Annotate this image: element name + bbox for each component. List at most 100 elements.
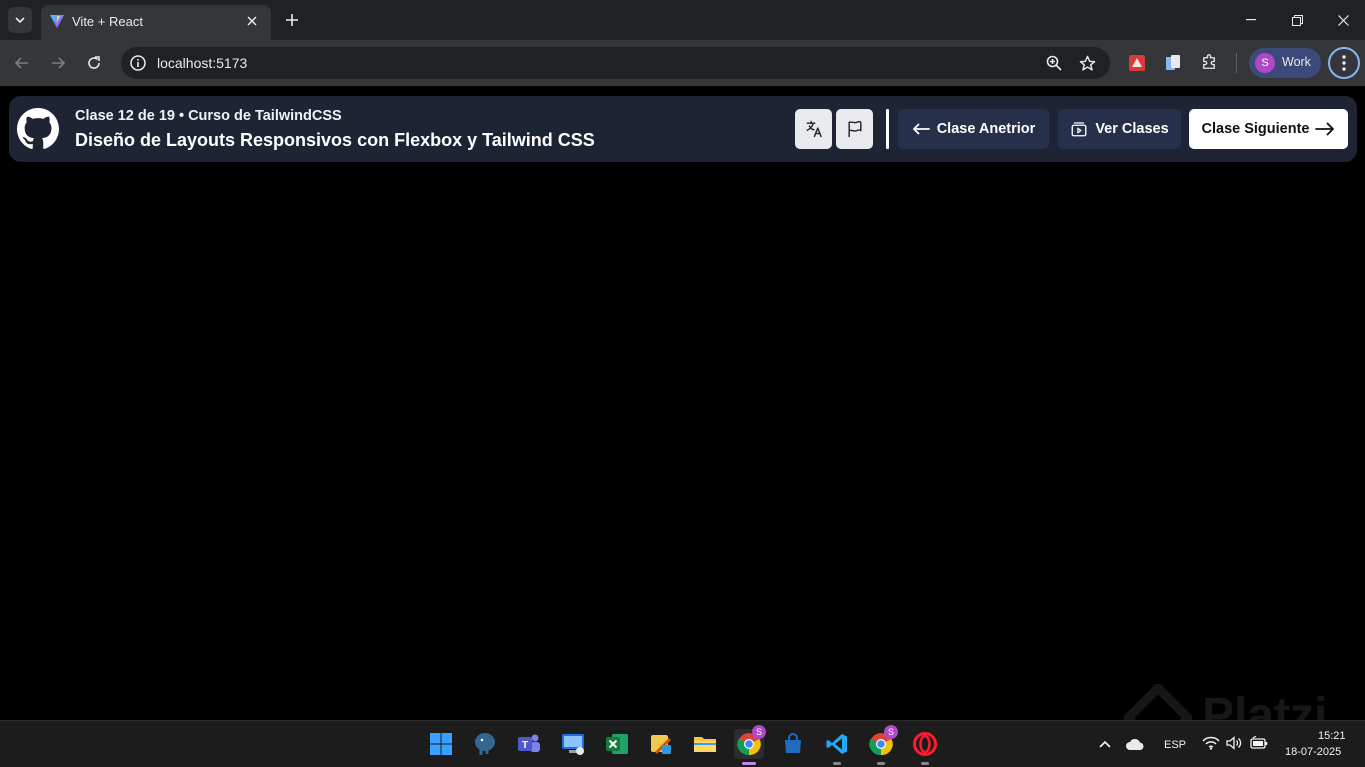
tools-icon	[651, 735, 672, 755]
close-icon	[1337, 14, 1349, 26]
translate-button[interactable]	[795, 109, 832, 149]
clock-date[interactable]: 18-07-2025	[1285, 746, 1341, 758]
report-button[interactable]	[836, 109, 873, 149]
store-bag-icon	[785, 733, 801, 753]
battery-icon	[1250, 736, 1268, 749]
running-indicator	[877, 762, 885, 765]
vscode-icon	[826, 734, 847, 754]
toolbar-divider	[1236, 53, 1237, 73]
puzzle-icon	[1203, 54, 1215, 69]
plus-icon	[286, 14, 298, 26]
profile-label: Work	[1282, 55, 1311, 69]
kebab-menu-icon	[1342, 55, 1346, 71]
wifi-icon	[1202, 736, 1220, 750]
minimize-icon	[1246, 19, 1256, 21]
taskbar-tool[interactable]	[646, 729, 676, 759]
start-button[interactable]	[426, 729, 456, 759]
taskbar-excel[interactable]	[602, 729, 632, 759]
view-classes-button[interactable]: Ver Clases	[1058, 109, 1181, 149]
tab-close-button[interactable]	[242, 11, 262, 31]
extension-blue-icon	[1166, 55, 1180, 70]
taskbar-file-explorer[interactable]	[690, 729, 720, 759]
restore-icon	[1291, 14, 1303, 26]
previous-class-label: Clase Anetrior	[936, 121, 1036, 137]
new-tab-button[interactable]	[280, 8, 304, 32]
page-title: Diseño de Layouts Responsivos con Flexbo…	[75, 130, 595, 150]
remote-desktop-icon	[562, 734, 584, 755]
taskbar-postgres[interactable]	[470, 729, 500, 759]
course-progress-label: Clase 12 de 19 • Curso de TailwindCSS	[75, 108, 342, 124]
taskbar-vscode[interactable]	[822, 729, 852, 765]
reload-button[interactable]	[82, 51, 106, 75]
star-icon	[1079, 55, 1095, 71]
minimize-button[interactable]	[1228, 0, 1274, 40]
browser-toolbar: localhost:5173 S Work	[0, 40, 1365, 86]
active-indicator	[742, 762, 756, 765]
avatar: S	[1255, 53, 1275, 73]
address-bar[interactable]: localhost:5173	[121, 47, 1110, 79]
close-window-button[interactable]	[1320, 0, 1365, 40]
back-button[interactable]	[10, 51, 34, 75]
profile-badge: S	[752, 725, 766, 739]
zoom-icon	[1046, 55, 1062, 71]
keyboard-language[interactable]: ESP	[1164, 739, 1186, 751]
running-indicator	[833, 762, 841, 765]
github-icon[interactable]	[17, 108, 59, 150]
course-header: Clase 12 de 19 • Curso de TailwindCSS Di…	[9, 96, 1357, 162]
profile-chip[interactable]: S Work	[1249, 48, 1321, 78]
taskbar-chrome-2[interactable]: S	[866, 725, 898, 765]
folder-icon	[694, 737, 716, 752]
taskbar: T S S ESP 15:21 18-07-2025	[0, 720, 1365, 767]
video-list-icon	[1071, 122, 1087, 137]
excel-icon	[606, 734, 628, 754]
previous-class-button[interactable]: Clase Anetrior	[898, 109, 1049, 149]
extension-red-icon	[1129, 55, 1145, 71]
tray-overflow-button[interactable]	[1090, 729, 1120, 759]
forward-button[interactable]	[46, 51, 70, 75]
next-class-button[interactable]: Clase Siguiente	[1189, 109, 1348, 149]
flag-icon	[847, 121, 862, 138]
taskbar-remote-desktop[interactable]	[558, 729, 588, 759]
browser-menu-button[interactable]	[1328, 47, 1360, 79]
header-divider	[886, 109, 889, 149]
volume-icon	[1226, 736, 1242, 750]
reload-icon	[88, 56, 100, 69]
vite-favicon-icon	[50, 15, 64, 28]
view-classes-label: Ver Clases	[1095, 121, 1169, 137]
arrow-left-icon	[14, 57, 28, 69]
bookmark-button[interactable]	[1077, 53, 1097, 73]
svg-text:T: T	[522, 740, 528, 751]
onedrive-button[interactable]	[1120, 729, 1150, 759]
zoom-button[interactable]	[1044, 53, 1064, 73]
taskbar-chrome-active[interactable]: S	[734, 725, 766, 765]
running-indicator	[921, 762, 929, 765]
opera-icon	[913, 732, 937, 756]
profile-badge: S	[884, 725, 898, 739]
arrow-left-icon	[912, 123, 930, 135]
windows-icon	[430, 733, 452, 755]
extension-1[interactable]	[1125, 51, 1149, 75]
teams-icon: T	[518, 734, 540, 752]
taskbar-store[interactable]	[778, 729, 808, 759]
tab-search-button[interactable]	[8, 7, 32, 33]
arrow-right-icon	[1315, 122, 1335, 136]
chevron-down-icon	[15, 17, 25, 23]
taskbar-opera[interactable]	[910, 729, 940, 765]
chevron-up-icon	[1099, 740, 1111, 748]
browser-tab-strip: Vite + React	[0, 0, 1365, 40]
extension-2[interactable]	[1161, 51, 1185, 75]
site-info-icon[interactable]	[129, 54, 147, 72]
extensions-button[interactable]	[1197, 51, 1221, 75]
close-icon	[247, 16, 257, 26]
taskbar-teams[interactable]: T	[514, 729, 544, 759]
restore-button[interactable]	[1274, 0, 1320, 40]
postgresql-icon	[475, 733, 495, 755]
translate-icon	[806, 120, 822, 138]
url-text[interactable]: localhost:5173	[157, 55, 247, 71]
next-class-label: Clase Siguiente	[1201, 121, 1310, 137]
tab-title: Vite + React	[72, 14, 143, 29]
arrow-right-icon	[52, 57, 66, 69]
cloud-icon	[1126, 739, 1144, 750]
clock-time[interactable]: 15:21	[1318, 730, 1346, 742]
browser-tab[interactable]: Vite + React	[41, 5, 271, 40]
